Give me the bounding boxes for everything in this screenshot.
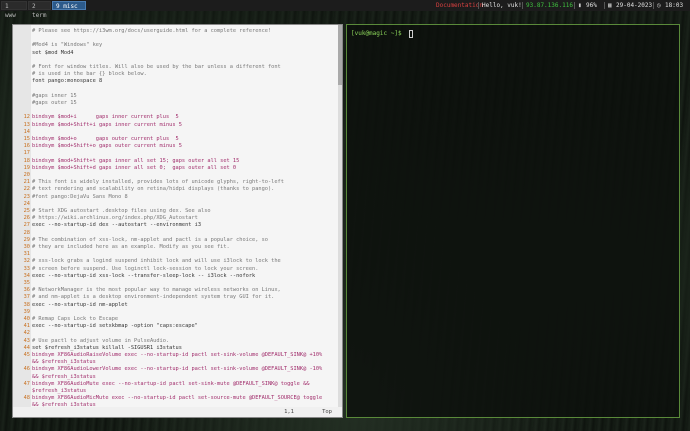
line-text: bindsym $mod+o gaps outer current plus 5 [32,136,179,142]
line-text: bindsym $mod+Shift+t gaps inner all set … [32,157,240,164]
terminal-window[interactable]: [vuk@magic ~]$ [346,24,680,418]
separator [604,2,605,9]
ip-address: 93.87.136.116 [526,2,573,9]
line-text: font pango:monospace 8 [32,78,103,85]
line-text: bindsym $mod+Shift+i gaps inner current … [32,121,182,128]
line-text: bindsym $mod+i gaps inner current plus 5 [32,114,179,121]
line-text: # This font is widely installed, provide… [32,179,284,186]
documentation-link[interactable]: Documentation [436,0,483,11]
line-text: # text rendering and scalability on reti… [32,186,275,193]
line-text: exec --no-startup-id nm-applet [32,301,128,308]
line-text: # https://wiki.archlinux.org/index.php/X… [32,215,198,222]
line-text: # Start XDG autostart .desktop files usi… [32,208,211,214]
line-text: # xss-lock grabs a logind suspend inhibi… [32,258,281,265]
line-text: bindsym $mod+Shift+d gaps inner all set … [32,164,237,171]
scroll-percentage: Top [322,409,332,415]
line-text: bindsym XF86AudioMute exec --no-startup-… [32,380,310,387]
editor-status-line: 1,1 Top [13,407,342,417]
line-text: # The combination of xss-lock, nm-applet… [32,236,268,243]
line-text: exec --no-startup-id setxkbmap -option "… [32,323,198,330]
line-text: #font pango:DejaVu Sans Mono 8 [32,193,128,200]
line-text: && $refresh_i3status [32,373,96,380]
line-text: #Mod4 is "Windows" key [32,42,103,49]
line-text: set $refresh_i3status killall -SIGUSR1 i… [32,344,182,351]
editor-window[interactable]: # Please see https://i3wm.org/docs/userg… [12,24,343,418]
line-text: #gaps inner 15 [32,92,77,99]
greeting-text: Hello, vuk! [482,2,522,9]
separator [653,2,654,9]
line-text: bindsym $mod+Shift+o gaps outer current … [32,143,182,150]
battery-icon: ▮ [578,2,582,9]
line-text: set $mod Mod4 [32,49,74,56]
line-text: #gaps outer 15 [32,100,77,106]
editor-scrollbar[interactable] [338,25,342,417]
line-text: # Please see https://i3wm.org/docs/userg… [32,28,272,34]
separator [478,2,479,9]
battery-level: 96% [586,2,597,9]
scrollbar-thumb[interactable] [338,25,342,85]
line-text: bindsym XF86AudioLowerVolume exec --no-s… [32,366,323,373]
line-text: bindsym XF86AudioRaiseVolume exec --no-s… [32,352,323,358]
date-text: 29-04-2023 [616,2,653,9]
cursor-position: 1,1 [284,409,294,415]
separator [522,2,523,9]
line-text: exec --no-startup-id dex --autostart --e… [32,222,202,229]
line-text: # is used in the bar {} block below. [32,71,147,78]
calendar-icon: ▦ [608,2,612,9]
terminal-cursor [409,30,413,38]
time-text: 18:03 [665,2,684,9]
line-text: && $refresh_i3status [32,359,96,366]
line-text: # they are included here as an example. … [32,244,230,250]
i3-status-bar: 1 www 2 term 9 misc Documentation Hello,… [0,0,690,19]
clock-icon: ◷ [657,2,661,9]
line-text: # Use pactl to adjust volume in PulseAud… [32,337,170,344]
line-text: bindsym XF86AudioMicMute exec --no-start… [32,395,323,402]
line-text: # Remap Caps Lock to Escape [32,316,119,322]
line-text: # Font for window titles. Will also be u… [32,64,281,70]
line-text: # and nm-applet is a desktop environment… [32,294,275,301]
line-text: # NetworkManager is the most popular way… [32,287,281,294]
line-text: exec --no-startup-id xss-lock --transfer… [32,272,256,279]
workspace-9-button[interactable]: 9 misc [52,1,86,10]
line-text: # screen before suspend. Use loginctl lo… [32,265,259,272]
line-text: $refresh_i3status [32,388,87,394]
separator [574,2,575,9]
workspace-2-button[interactable]: 2 term [28,1,51,19]
workspace-1-button[interactable]: 1 www [1,1,27,19]
shell-prompt: [vuk@magic ~]$ [351,30,402,37]
